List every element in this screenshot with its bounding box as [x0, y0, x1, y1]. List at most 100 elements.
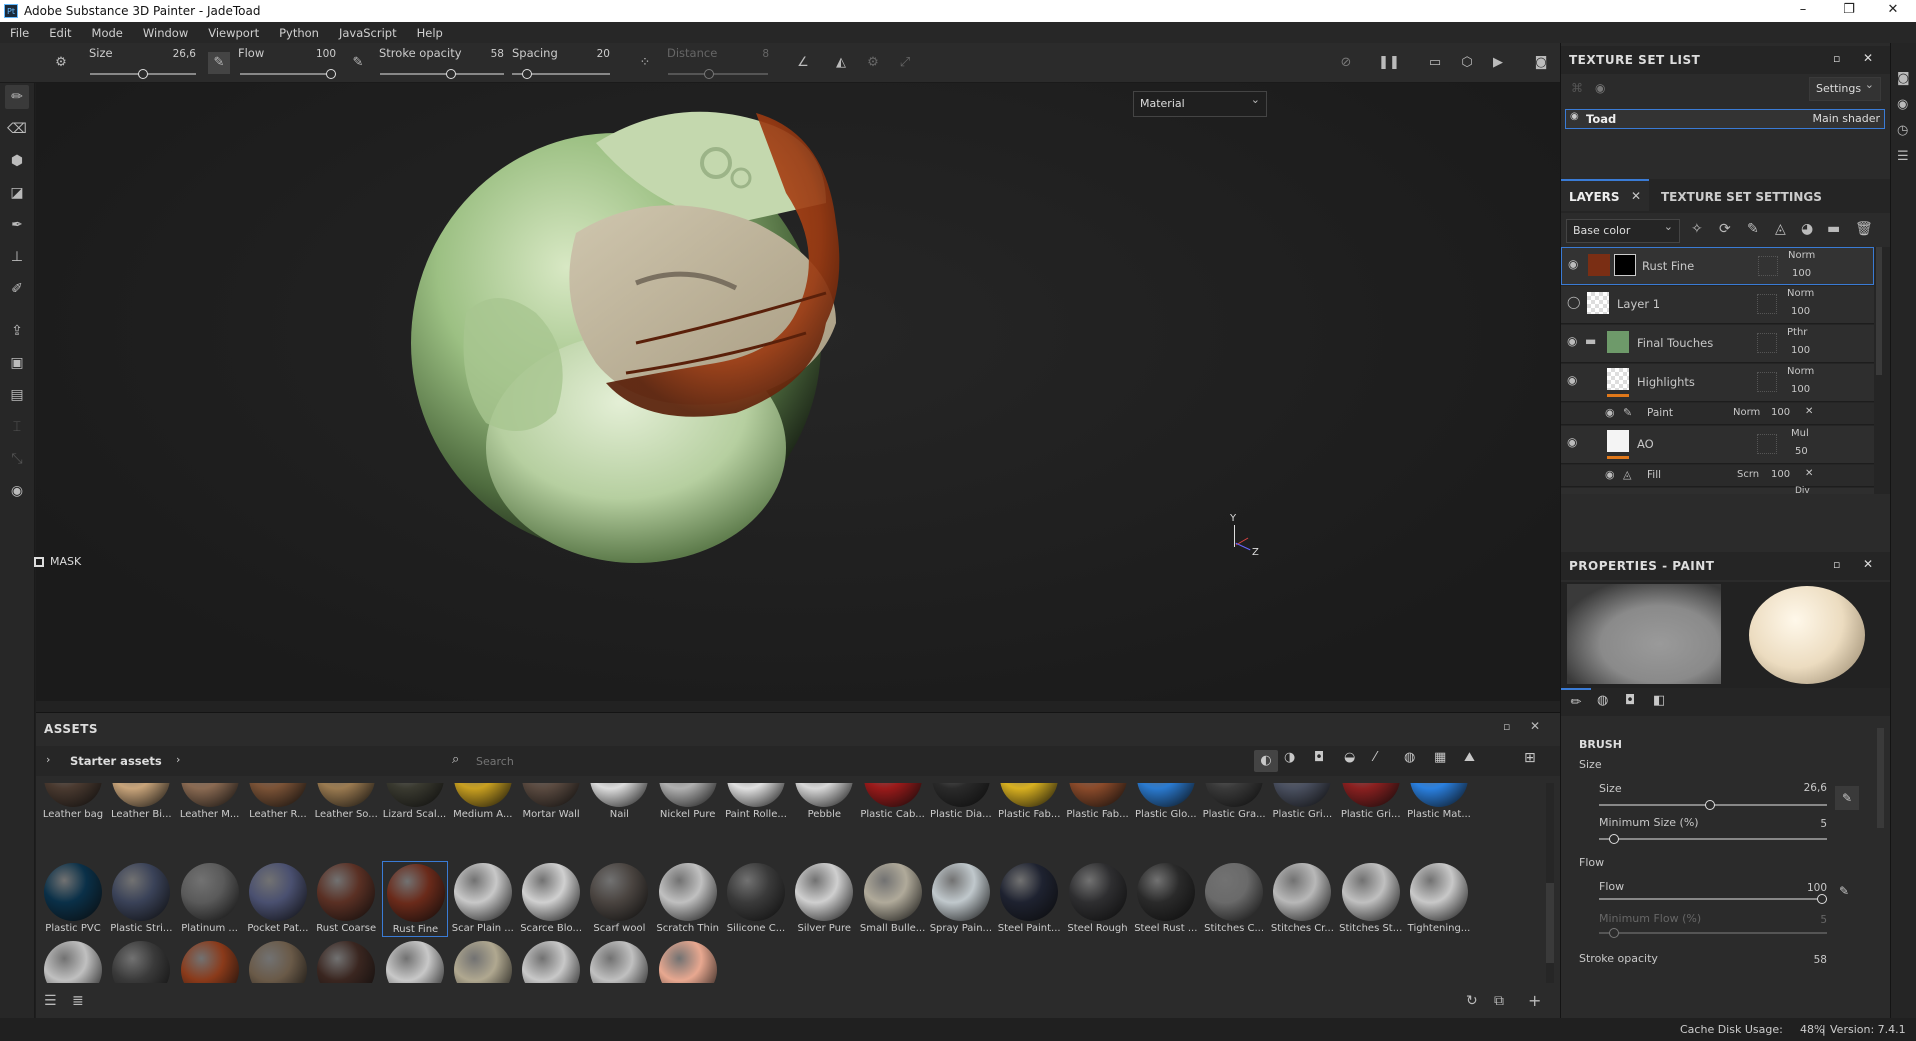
effect-delete-icon[interactable]: ✕	[1805, 468, 1813, 479]
symmetry-icon[interactable]: ◭	[830, 52, 852, 74]
asset-item[interactable]: Plastic Gri...	[1338, 783, 1404, 823]
tab-brush-icon[interactable]: ✏	[1561, 688, 1591, 716]
asset-item[interactable]: Nail	[586, 783, 652, 823]
asset-item[interactable]: Steel Paint...	[996, 861, 1062, 937]
size-pressure-icon[interactable]: ✎	[1835, 786, 1859, 810]
asset-item[interactable]: Scratch Thin	[655, 861, 721, 937]
layer-geometry-mask-slot[interactable]	[1757, 434, 1777, 454]
asset-item[interactable]: Lizard Scal...	[382, 783, 448, 823]
asset-item[interactable]: Tightening...	[1406, 861, 1472, 937]
asset-item[interactable]: Spray Pain...	[928, 861, 994, 937]
asset-item[interactable]: Pebble	[791, 783, 857, 823]
asset-item[interactable]: Rust Coarse	[313, 861, 379, 937]
min-size-value[interactable]: 5	[1781, 818, 1827, 830]
flow-slider[interactable]	[240, 69, 336, 79]
asset-item[interactable]: Steel Rust ...	[1133, 861, 1199, 937]
viewport-mode-icon[interactable]: ▭	[1424, 52, 1446, 74]
asset-item[interactable]: Silver Pure	[791, 861, 857, 937]
layers-scroll-thumb[interactable]	[1876, 247, 1882, 375]
tab-layers-close-icon[interactable]: ✕	[1631, 189, 1641, 203]
tsl-link-icon[interactable]: ⌘	[1571, 81, 1583, 95]
distance-slider[interactable]	[668, 69, 768, 79]
brush-settings-icon[interactable]: ⚙	[50, 52, 72, 74]
layer-visibility-icon[interactable]: ◉	[1567, 435, 1577, 449]
smudge-icon[interactable]: ✒	[5, 213, 29, 237]
asset-item[interactable]: Plastic PVC	[40, 861, 106, 937]
asset-item[interactable]: Stitches Cr...	[1269, 861, 1335, 937]
menu-python[interactable]: Python	[269, 26, 329, 40]
menu-file[interactable]: File	[0, 26, 39, 40]
layer-visibility-icon[interactable]: ◯	[1567, 295, 1580, 309]
asset-item[interactable]: Plastic Dia...	[928, 783, 994, 823]
asset-item[interactable]: Plastic Stri...	[108, 861, 174, 937]
effect-blend[interactable]: Scrn	[1737, 469, 1759, 480]
flow-pressure-icon[interactable]: ✎	[347, 52, 369, 74]
assets-undock-icon[interactable]: ▫	[1503, 720, 1510, 733]
asset-item[interactable]: Wood Am...	[177, 939, 243, 983]
menu-edit[interactable]: Edit	[39, 26, 81, 40]
asset-item[interactable]: Mortar Wall	[518, 783, 584, 823]
effect-opacity[interactable]: 100	[1771, 469, 1790, 480]
layer-blend-mode[interactable]: Norm	[1788, 250, 1815, 261]
grid-view-icon[interactable]: ⊞	[1524, 750, 1536, 766]
delete-layer-icon[interactable]: 🗑	[1855, 221, 1873, 237]
viewport-splitter[interactable]	[36, 701, 1560, 712]
layer-final-touches[interactable]: ◉ ▬ Final Touches Pthr 100	[1561, 325, 1874, 363]
tsl-settings-button[interactable]: Settings	[1809, 74, 1881, 101]
assets-scroll-thumb[interactable]	[1546, 883, 1554, 963]
asset-item[interactable]: Scarf wool	[586, 861, 652, 937]
layer-geometry-mask-slot[interactable]	[1757, 294, 1777, 314]
symmetry-settings-icon[interactable]: ⚙	[862, 52, 884, 74]
toad-model[interactable]	[36, 83, 1560, 701]
asset-item[interactable]: Zipper Ad...	[586, 939, 652, 983]
size-slider-knob[interactable]	[138, 69, 148, 79]
filter-environments-icon[interactable]: ⛰	[1464, 750, 1475, 765]
asset-item[interactable]: Leather Bi...	[108, 783, 174, 823]
layer-geometry-mask-slot[interactable]	[1758, 256, 1778, 276]
refresh-icon[interactable]: ↻	[1466, 993, 1478, 1009]
layer-geometry-mask-slot[interactable]	[1757, 333, 1777, 353]
measure-icon[interactable]: ⌶	[5, 415, 29, 439]
3d-viewport[interactable]: Material MASK Y Z	[34, 83, 1560, 701]
layer-visibility-icon[interactable]: ◉	[1567, 334, 1577, 348]
min-size-slider[interactable]	[1599, 834, 1827, 844]
prop-size-knob[interactable]	[1705, 800, 1715, 810]
asset-item[interactable]: Platinum ...	[177, 861, 243, 937]
min-flow-slider[interactable]	[1599, 928, 1827, 938]
color-picker-icon[interactable]: ✐	[5, 277, 29, 301]
lazy-mouse-icon[interactable]: ⁘	[634, 52, 656, 74]
asset-item[interactable]: Pocket Pat...	[245, 861, 311, 937]
channel-select[interactable]: Base color	[1566, 216, 1680, 243]
asset-item[interactable]: Wood Ro...	[245, 939, 311, 983]
properties-undock-icon[interactable]: ▫	[1833, 558, 1841, 571]
projection-icon[interactable]: ⬢	[5, 149, 29, 173]
properties-close-icon[interactable]: ✕	[1863, 557, 1874, 571]
filter-smart-materials-icon[interactable]: ◑	[1284, 750, 1295, 765]
effect-visibility-icon[interactable]: ◉	[1605, 406, 1615, 419]
menu-help[interactable]: Help	[407, 26, 453, 40]
asset-item[interactable]: Zipper	[382, 939, 448, 983]
minimize-icon[interactable]: –	[1780, 0, 1826, 22]
layer-visibility-icon[interactable]: ◉	[1568, 257, 1578, 271]
screenshot-icon[interactable]: ◙	[1530, 52, 1552, 74]
layer-rust-fine[interactable]: ◉ Rust Fine Norm 100	[1561, 247, 1874, 285]
asset-item[interactable]: Zipper Ad...	[518, 939, 584, 983]
add-folder-icon[interactable]: ▬	[1827, 221, 1840, 237]
effect-delete-icon[interactable]: ✕	[1805, 406, 1813, 417]
effect-fill[interactable]: ◉ ◬ Fill Scrn 100 ✕	[1561, 465, 1874, 487]
maximize-icon[interactable]: ❐	[1826, 0, 1872, 22]
bake-icon[interactable]: ⇪	[5, 319, 29, 343]
toad-visibility-icon[interactable]: ◉	[1570, 111, 1579, 122]
layer-blend-mode[interactable]: Mul	[1791, 428, 1809, 439]
stroke-opacity-knob[interactable]	[446, 69, 456, 79]
filter-generators-icon[interactable]: ◒	[1344, 750, 1355, 765]
distance-slider-knob[interactable]	[704, 69, 714, 79]
breadcrumb-expand-icon[interactable]: ›	[46, 753, 50, 766]
add-paint-layer-icon[interactable]: ✎	[1747, 221, 1759, 237]
filter-materials-icon[interactable]: ◐	[1254, 750, 1278, 772]
asset-item[interactable]: Zipper Ad...	[450, 939, 516, 983]
asset-item[interactable]: Plastic Mat...	[1406, 783, 1472, 823]
filter-alphas-icon[interactable]: ◍	[1404, 750, 1415, 765]
flow-slider-knob[interactable]	[326, 69, 336, 79]
menu-mode[interactable]: Mode	[82, 26, 133, 40]
